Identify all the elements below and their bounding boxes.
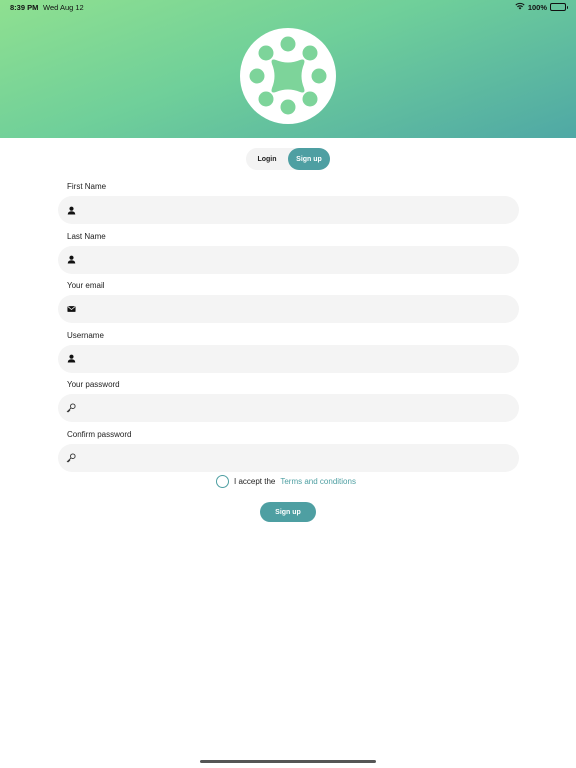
username-box[interactable] — [58, 344, 519, 373]
auth-mode-toggle: Login Sign up — [246, 148, 330, 170]
first-name-box[interactable] — [58, 196, 519, 224]
header-banner: 8:39 PM Wed Aug 12 100% — [0, 0, 576, 138]
accept-text: I accept the — [234, 477, 276, 486]
app-logo-icon — [240, 28, 336, 124]
confirm-password-box[interactable] — [58, 443, 519, 472]
status-date: Wed Aug 12 — [43, 3, 84, 12]
wifi-icon — [515, 2, 525, 12]
username-field: Username — [58, 331, 519, 381]
terms-link[interactable]: Terms and conditions — [280, 477, 356, 486]
signup-button[interactable]: Sign up — [260, 502, 316, 522]
password-label: Your password — [67, 380, 120, 389]
username-input[interactable] — [76, 344, 519, 373]
battery-icon — [550, 3, 568, 11]
envelope-icon — [66, 304, 76, 314]
confirm-password-label: Confirm password — [67, 429, 132, 439]
status-time: 8:39 PM — [10, 3, 39, 12]
status-bar: 8:39 PM Wed Aug 12 100% — [0, 0, 576, 16]
terms-row: I accept the Terms and conditions — [216, 475, 356, 488]
person-icon — [66, 255, 76, 265]
signup-form: First Name Last Name Your email Username — [58, 182, 519, 479]
confirm-password-input[interactable] — [76, 443, 519, 472]
tab-signup[interactable]: Sign up — [288, 148, 330, 170]
status-right: 100% — [515, 2, 568, 12]
password-input[interactable] — [76, 394, 519, 422]
email-label: Your email — [67, 281, 105, 290]
password-box[interactable] — [58, 394, 519, 422]
confirm-password-field: Confirm password — [58, 430, 519, 480]
email-box[interactable] — [58, 295, 519, 323]
last-name-label: Last Name — [67, 231, 106, 241]
person-icon — [66, 205, 76, 215]
key-icon — [66, 452, 76, 463]
tab-login[interactable]: Login — [246, 148, 288, 170]
home-indicator[interactable] — [200, 760, 376, 763]
first-name-label: First Name — [67, 182, 107, 191]
person-icon — [66, 354, 76, 364]
username-label: Username — [67, 330, 104, 340]
last-name-field: Last Name — [58, 232, 519, 282]
last-name-box[interactable] — [58, 245, 519, 274]
password-field: Your password — [58, 380, 519, 430]
accept-terms-radio[interactable] — [216, 475, 229, 488]
last-name-input[interactable] — [76, 245, 519, 274]
first-name-field: First Name — [58, 182, 519, 232]
key-icon — [66, 403, 76, 413]
email-input[interactable] — [76, 295, 519, 323]
email-field: Your email — [58, 281, 519, 331]
first-name-input[interactable] — [76, 196, 519, 224]
battery-percent: 100% — [527, 2, 547, 12]
